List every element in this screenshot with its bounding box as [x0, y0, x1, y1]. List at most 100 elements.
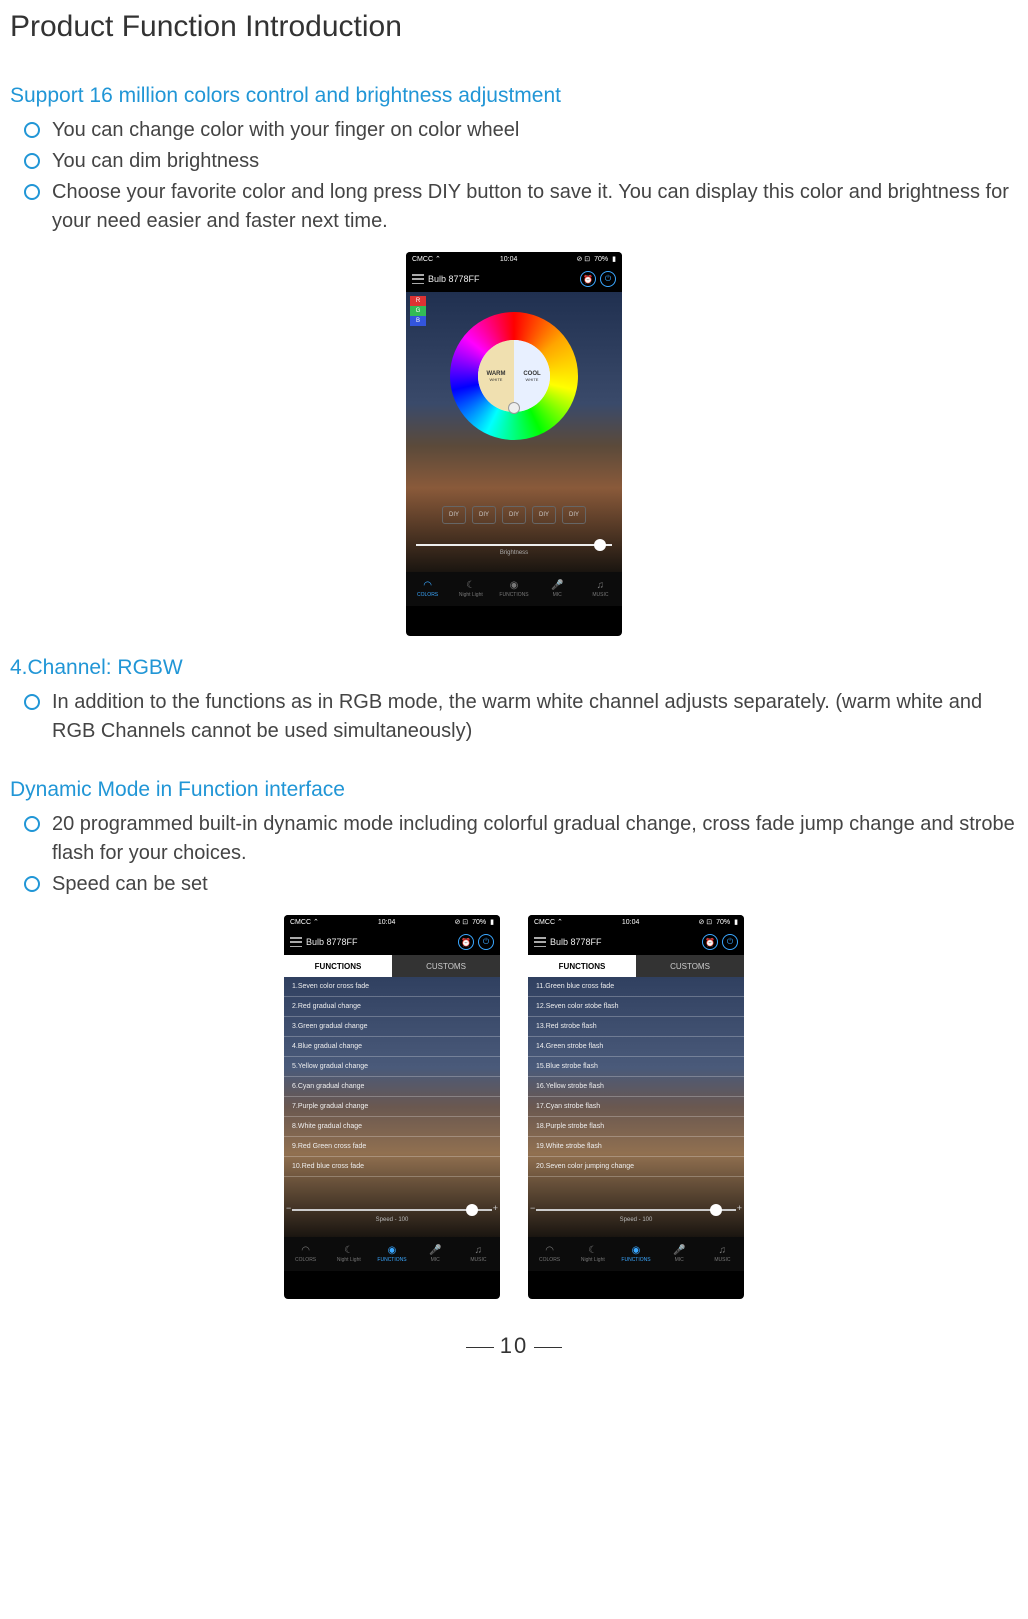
- list-item: Speed can be set: [24, 870, 1028, 899]
- wheel-handle-icon[interactable]: [508, 402, 520, 414]
- music-icon: ♫: [719, 1246, 727, 1256]
- color-wheel[interactable]: WARMWHITE COOLWHITE: [450, 312, 578, 440]
- list-item[interactable]: 12.Seven color stobe flash: [528, 997, 744, 1017]
- list-item[interactable]: 18.Purple strobe flash: [528, 1117, 744, 1137]
- speed-slider[interactable]: − + Speed - 100: [292, 1209, 492, 1223]
- list-item[interactable]: 10.Red blue cross fade: [284, 1157, 500, 1177]
- list-item[interactable]: 11.Green blue cross fade: [528, 977, 744, 997]
- page-title: Product Function Introduction: [10, 10, 1028, 44]
- rainbow-icon: ◠: [545, 1246, 554, 1256]
- tab-colors[interactable]: ◠COLORS: [406, 572, 449, 606]
- tab-nightlight[interactable]: ☾Night Light: [449, 572, 492, 606]
- warm-white-button[interactable]: WARMWHITE: [478, 340, 514, 412]
- g-tab[interactable]: G: [410, 306, 426, 316]
- plus-icon[interactable]: +: [737, 1203, 742, 1213]
- r-tab[interactable]: R: [410, 296, 426, 306]
- tab-colors[interactable]: ◠COLORS: [528, 1237, 571, 1271]
- device-name: Bulb 8778FF: [550, 937, 698, 947]
- list-item[interactable]: 5.Yellow gradual change: [284, 1057, 500, 1077]
- power-icon[interactable]: ⏻: [478, 934, 494, 950]
- tab-functions[interactable]: ◉FUNCTIONS: [370, 1237, 413, 1271]
- tab-customs[interactable]: CUSTOMS: [636, 955, 744, 977]
- tab-nightlight[interactable]: ☾Night Light: [327, 1237, 370, 1271]
- list-item[interactable]: 13.Red strobe flash: [528, 1017, 744, 1037]
- minus-icon[interactable]: −: [530, 1203, 535, 1213]
- list-item[interactable]: 6.Cyan gradual change: [284, 1077, 500, 1097]
- brightness-label: Brightness: [416, 550, 612, 556]
- rgb-tabs[interactable]: R G B: [410, 296, 426, 326]
- tab-music[interactable]: ♫MUSIC: [579, 572, 622, 606]
- tab-music[interactable]: ♫MUSIC: [701, 1237, 744, 1271]
- section3-list: 20 programmed built-in dynamic mode incl…: [24, 810, 1028, 899]
- phone-functions-b: CMCC ⌃ 10:04 ⊘ ⊡ 70% ▮ Bulb 8778FF ⏰ ⏻ F…: [528, 915, 744, 1299]
- functions-body: 1.Seven color cross fade 2.Red gradual c…: [284, 977, 500, 1237]
- list-item[interactable]: 7.Purple gradual change: [284, 1097, 500, 1117]
- list-item[interactable]: 19.White strobe flash: [528, 1137, 744, 1157]
- plus-icon[interactable]: +: [493, 1203, 498, 1213]
- menu-icon[interactable]: [534, 937, 546, 947]
- menu-icon[interactable]: [290, 937, 302, 947]
- list-item[interactable]: 3.Green gradual change: [284, 1017, 500, 1037]
- clock-label: 10:04: [622, 919, 640, 926]
- functions-body: 11.Green blue cross fade 12.Seven color …: [528, 977, 744, 1237]
- section1-heading: Support 16 million colors control and br…: [10, 84, 1028, 108]
- list-item[interactable]: 15.Blue strobe flash: [528, 1057, 744, 1077]
- section2-heading: 4.Channel: RGBW: [10, 656, 1028, 680]
- minus-icon[interactable]: −: [286, 1203, 291, 1213]
- slider-thumb-icon[interactable]: [466, 1204, 478, 1216]
- mic-icon: 🎤: [673, 1246, 685, 1256]
- speed-label: Speed - 100: [292, 1217, 492, 1223]
- status-bar: CMCC ⌃ 10:04 ⊘ ⊡ 70% ▮: [406, 252, 622, 266]
- list-item[interactable]: 1.Seven color cross fade: [284, 977, 500, 997]
- alarm-icon[interactable]: ⏰: [458, 934, 474, 950]
- diy-button[interactable]: DIY: [502, 506, 526, 524]
- moon-icon: ☾: [344, 1246, 353, 1256]
- phone-color-screen: CMCC ⌃ 10:04 ⊘ ⊡ 70% ▮ Bulb 8778FF ⏰ ⏻ R…: [406, 252, 622, 636]
- list-item[interactable]: 2.Red gradual change: [284, 997, 500, 1017]
- power-icon[interactable]: ⏻: [600, 271, 616, 287]
- moon-icon: ☾: [588, 1246, 597, 1256]
- list-item: You can change color with your finger on…: [24, 116, 1028, 145]
- diy-button[interactable]: DIY: [532, 506, 556, 524]
- tab-mic[interactable]: 🎤MIC: [658, 1237, 701, 1271]
- tab-colors[interactable]: ◠COLORS: [284, 1237, 327, 1271]
- slider-thumb-icon[interactable]: [710, 1204, 722, 1216]
- functions-icon: ◉: [632, 1246, 641, 1256]
- tab-functions[interactable]: FUNCTIONS: [284, 955, 392, 977]
- bottom-tab-bar: ◠COLORS ☾Night Light ◉FUNCTIONS 🎤MIC ♫MU…: [284, 1237, 500, 1271]
- tab-mic[interactable]: 🎤MIC: [414, 1237, 457, 1271]
- slider-thumb-icon[interactable]: [594, 539, 606, 551]
- list-item[interactable]: 9.Red Green cross fade: [284, 1137, 500, 1157]
- menu-icon[interactable]: [412, 274, 424, 284]
- battery-label: ⊘ ⊡ 70% ▮: [454, 918, 494, 926]
- tab-functions[interactable]: ◉FUNCTIONS: [492, 572, 535, 606]
- music-icon: ♫: [475, 1246, 483, 1256]
- cool-white-button[interactable]: COOLWHITE: [514, 340, 550, 412]
- list-item[interactable]: 4.Blue gradual change: [284, 1037, 500, 1057]
- alarm-icon[interactable]: ⏰: [580, 271, 596, 287]
- list-item[interactable]: 14.Green strobe flash: [528, 1037, 744, 1057]
- tab-music[interactable]: ♫MUSIC: [457, 1237, 500, 1271]
- tab-nightlight[interactable]: ☾Night Light: [571, 1237, 614, 1271]
- functions-list[interactable]: 1.Seven color cross fade 2.Red gradual c…: [284, 977, 500, 1181]
- list-item[interactable]: 16.Yellow strobe flash: [528, 1077, 744, 1097]
- alarm-icon[interactable]: ⏰: [702, 934, 718, 950]
- list-item[interactable]: 8.White gradual chage: [284, 1117, 500, 1137]
- rainbow-icon: ◠: [423, 581, 432, 591]
- tab-mic[interactable]: 🎤MIC: [536, 572, 579, 606]
- list-item[interactable]: 20.Seven color jumping change: [528, 1157, 744, 1177]
- nav-bar: Bulb 8778FF ⏰ ⏻: [528, 929, 744, 955]
- diy-button[interactable]: DIY: [472, 506, 496, 524]
- diy-button[interactable]: DIY: [442, 506, 466, 524]
- tab-functions[interactable]: ◉FUNCTIONS: [614, 1237, 657, 1271]
- power-icon[interactable]: ⏻: [722, 934, 738, 950]
- moon-icon: ☾: [466, 581, 475, 591]
- tab-functions[interactable]: FUNCTIONS: [528, 955, 636, 977]
- functions-list[interactable]: 11.Green blue cross fade 12.Seven color …: [528, 977, 744, 1181]
- diy-button[interactable]: DIY: [562, 506, 586, 524]
- b-tab[interactable]: B: [410, 316, 426, 326]
- tab-customs[interactable]: CUSTOMS: [392, 955, 500, 977]
- brightness-slider[interactable]: Brightness: [416, 544, 612, 556]
- list-item[interactable]: 17.Cyan strobe flash: [528, 1097, 744, 1117]
- speed-slider[interactable]: − + Speed - 100: [536, 1209, 736, 1223]
